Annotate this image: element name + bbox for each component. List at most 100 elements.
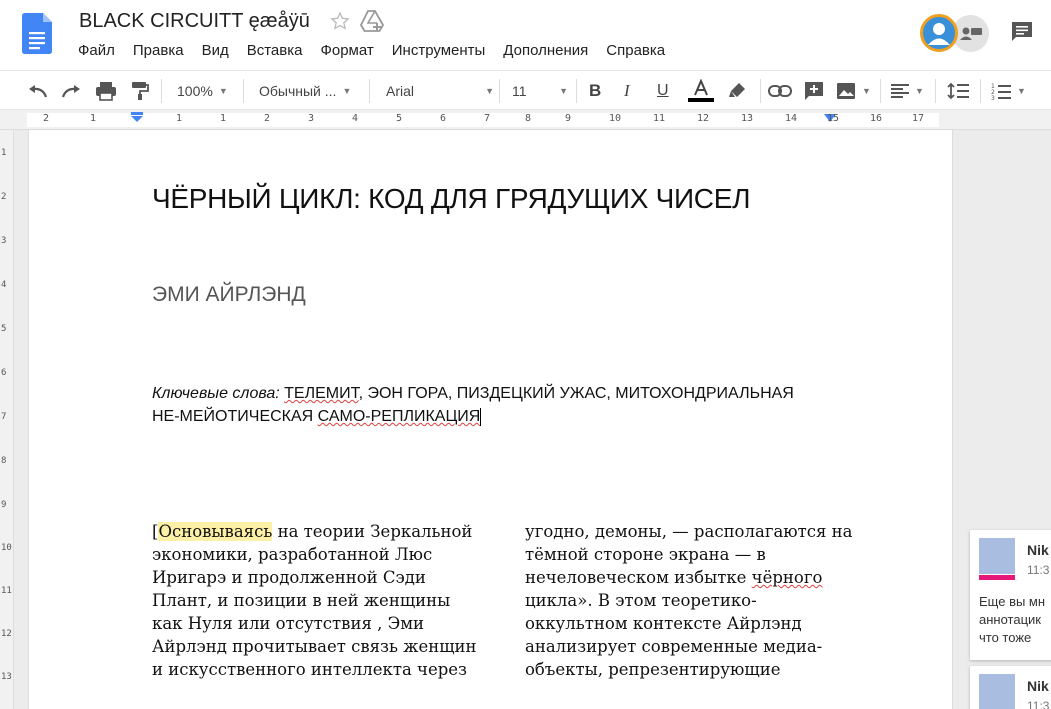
ruler-tick: 11 xyxy=(1,586,12,596)
misspelled-word[interactable]: чёрного xyxy=(752,568,823,587)
paint-format-icon[interactable] xyxy=(131,71,149,111)
menu-addons[interactable]: Дополнения xyxy=(503,42,597,59)
toolbar-divider xyxy=(760,79,761,103)
toolbar-divider xyxy=(161,79,162,103)
line-spacing-icon[interactable] xyxy=(947,71,969,111)
keywords-label: Ключевые слова: xyxy=(152,385,280,402)
ruler-tick: 3 xyxy=(1,236,7,246)
title-actions xyxy=(330,10,384,32)
body-column-left[interactable]: [Основываясь на теории Зеркальной эконом… xyxy=(152,520,482,681)
menu-edit[interactable]: Правка xyxy=(133,42,193,59)
person-icon xyxy=(928,23,950,45)
ruler-tick: 1 xyxy=(1,148,7,158)
commenter-avatar xyxy=(979,674,1015,709)
ruler-tick: 6 xyxy=(1,368,7,378)
ruler-track xyxy=(27,113,939,127)
document-canvas[interactable]: ЧЁРНЫЙ ЦИКЛ: КОД ДЛЯ ГРЯДУЩИХ ЧИСЕЛ ЭМИ … xyxy=(14,130,1051,709)
commenter-avatar xyxy=(979,538,1015,574)
ruler-tick: 1 xyxy=(90,113,97,124)
text-color-icon[interactable] xyxy=(688,71,714,111)
keywords-paragraph[interactable]: Ключевые слова: ТЕЛЕМИТ, ЭОН ГОРА, ПИЗДЕ… xyxy=(152,382,852,428)
toolbar-divider xyxy=(980,79,981,103)
ruler-tick: 12 xyxy=(697,113,710,124)
ruler-tick: 15 xyxy=(827,113,840,124)
print-icon[interactable] xyxy=(95,71,117,111)
ruler-tick: 4 xyxy=(352,113,359,124)
chevron-down-icon: ▼ xyxy=(1017,86,1026,96)
comment-card[interactable]: Nik 11:3 Еще вы мн аннотацик что тоже xyxy=(970,530,1051,660)
italic-icon[interactable]: I xyxy=(624,71,630,111)
ruler-tick: 2 xyxy=(43,113,50,124)
link-icon[interactable] xyxy=(768,71,792,111)
header: BLACK CIRCUITT ęæåÿū Файл Правка Вид Вст… xyxy=(0,0,1051,70)
keywords-text: НЕ-МЕЙОТИЧЕСКАЯ xyxy=(152,408,318,425)
comment-time: 11:3 xyxy=(1027,563,1050,577)
chevron-down-icon: ▼ xyxy=(342,86,352,96)
numbered-list-icon[interactable]: 1 2 3 ▼ xyxy=(991,71,1026,111)
comment-color-bar xyxy=(979,575,1015,580)
ruler-tick: 16 xyxy=(870,113,883,124)
font-value: Arial xyxy=(386,83,415,99)
menu-view[interactable]: Вид xyxy=(202,42,238,59)
insert-image-icon[interactable]: ▼ xyxy=(836,71,871,111)
ruler-tick: 9 xyxy=(1,500,7,510)
document-heading[interactable]: ЧЁРНЫЙ ЦИКЛ: КОД ДЛЯ ГРЯДУЩИХ ЧИСЕЛ xyxy=(152,183,750,215)
comment-time: 11:3 xyxy=(1027,699,1050,709)
underline-icon[interactable]: U xyxy=(657,71,669,111)
highlight-color-icon[interactable] xyxy=(727,71,747,111)
ruler-tick: 14 xyxy=(785,113,798,124)
undo-icon[interactable] xyxy=(26,71,48,111)
document-title[interactable]: BLACK CIRCUITT ęæåÿū xyxy=(79,10,310,33)
indent-marker-icon[interactable] xyxy=(130,112,144,122)
toolbar-divider xyxy=(935,79,936,103)
comment-text: Еще вы мн аннотацик что тоже xyxy=(979,594,1046,645)
ruler-tick: 3 xyxy=(308,113,315,124)
add-comment-icon[interactable] xyxy=(804,71,824,111)
menu-insert[interactable]: Вставка xyxy=(247,42,312,59)
ruler-tick: 7 xyxy=(484,113,491,124)
ruler-tick: 13 xyxy=(741,113,754,124)
body-text: цикла». В этом теоретико-оккультном конт… xyxy=(525,591,823,679)
menu-format[interactable]: Формат xyxy=(320,42,382,59)
ruler-tick: 12 xyxy=(1,629,12,639)
document-page[interactable]: ЧЁРНЫЙ ЦИКЛ: КОД ДЛЯ ГРЯДУЩИХ ЧИСЕЛ ЭМИ … xyxy=(28,130,953,709)
style-value: Обычный ... xyxy=(259,83,337,99)
chevron-down-icon: ▼ xyxy=(218,86,228,96)
comment-card[interactable]: Nik 11:3 xyxy=(970,666,1051,709)
font-select[interactable]: Arial ▼ xyxy=(386,71,494,111)
toolbar-divider xyxy=(499,79,500,103)
bold-icon[interactable]: B xyxy=(589,71,601,111)
menu-tools[interactable]: Инструменты xyxy=(392,42,495,59)
body-text: на теории Зеркальной экономики, разработ… xyxy=(152,522,477,679)
horizontal-ruler[interactable]: 2 1 1 1 2 3 4 5 6 7 8 9 10 11 12 13 14 1… xyxy=(0,110,1051,130)
ruler-tick: 1 xyxy=(176,113,183,124)
ruler-tick: 6 xyxy=(440,113,447,124)
highlighted-word[interactable]: Основываясь xyxy=(158,522,273,541)
star-icon[interactable] xyxy=(330,11,350,31)
zoom-select[interactable]: 100% ▼ xyxy=(177,71,228,111)
author-line[interactable]: ЭМИ АЙРЛЭНД xyxy=(152,283,306,307)
style-select[interactable]: Обычный ... ▼ xyxy=(259,71,351,111)
redo-icon[interactable] xyxy=(61,71,83,111)
body-column-right[interactable]: угодно, демоны, — располагаются на тёмно… xyxy=(525,520,855,681)
user-avatar[interactable] xyxy=(920,14,958,52)
comments-icon[interactable] xyxy=(1010,20,1034,44)
ruler-tick: 8 xyxy=(1,456,7,466)
commenter-name: Nik xyxy=(1027,542,1049,558)
keywords-text: , ЭОН ГОРА, ПИЗДЕЦКИЙ УЖАС, МИТОХОНДРИАЛ… xyxy=(358,385,794,402)
font-size-select[interactable]: 11 ▼ xyxy=(512,71,568,111)
docs-logo-icon[interactable] xyxy=(22,13,52,54)
ruler-tick: 8 xyxy=(525,113,532,124)
text-cursor xyxy=(480,407,482,426)
misspelled-word[interactable]: ТЕЛЕМИТ xyxy=(284,385,358,402)
ruler-tick: 9 xyxy=(565,113,572,124)
menu-file[interactable]: Файл xyxy=(78,42,124,59)
ruler-tick: 4 xyxy=(1,280,7,290)
svg-text:3: 3 xyxy=(991,95,995,100)
misspelled-word[interactable]: САМО-РЕПЛИКАЦИЯ xyxy=(318,408,481,425)
align-icon[interactable]: ▼ xyxy=(891,71,924,111)
ruler-tick: 13 xyxy=(1,672,12,682)
move-to-drive-icon[interactable] xyxy=(360,10,384,32)
menu-help[interactable]: Справка xyxy=(606,42,674,59)
vertical-ruler[interactable]: 1 2 3 4 5 6 7 8 9 10 11 12 13 xyxy=(0,130,14,709)
